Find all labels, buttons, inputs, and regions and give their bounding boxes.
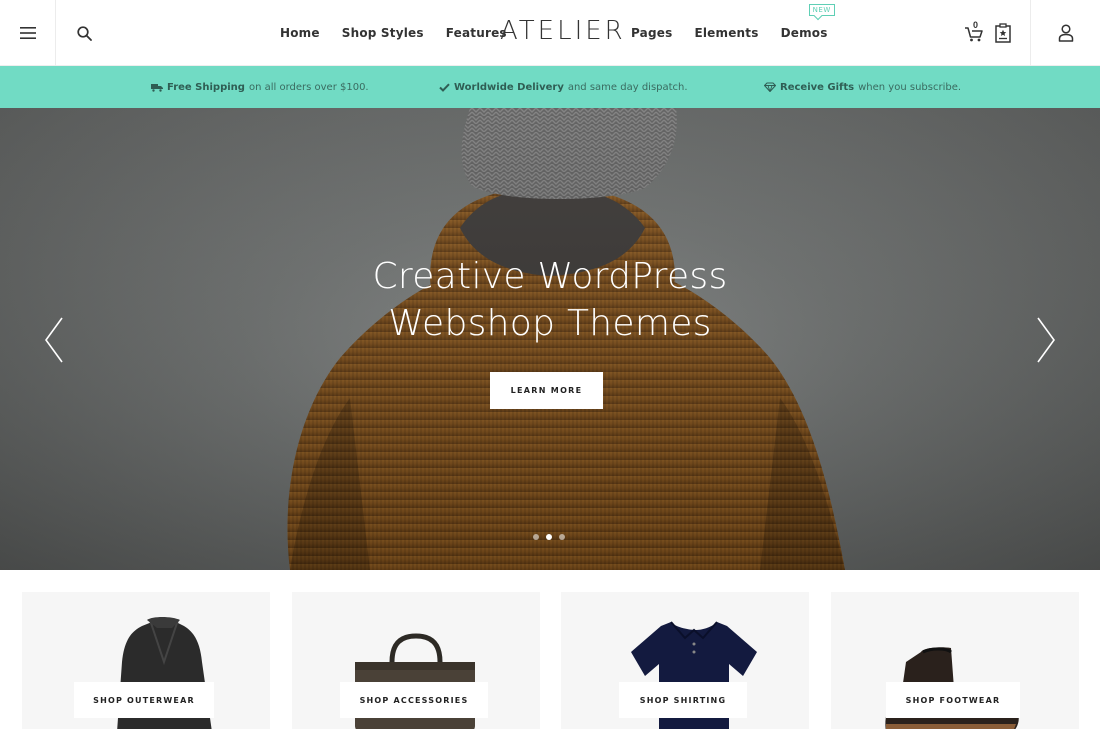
category-card-footwear[interactable]: SHOP FOOTWEAR [831,592,1079,729]
account-button[interactable] [1030,0,1100,66]
promo-bold-text: Free Shipping [167,81,245,93]
promo-bold-text: Receive Gifts [780,81,855,93]
prev-slide-arrow-icon[interactable] [42,316,66,364]
hero-slider: Creative WordPress Webshop Themes LEARN … [0,108,1100,570]
category-card-shirting[interactable]: SHOP SHIRTING [561,592,809,729]
search-icon [76,25,92,41]
search-button[interactable] [56,0,112,66]
slide-dot-3[interactable] [559,534,565,540]
nav-home[interactable]: Home [280,26,320,40]
user-icon [1058,24,1073,42]
category-card-accessories[interactable]: SHOP ACCESSORIES [292,592,540,729]
category-grid: SHOP OUTERWEAR SHOP ACCESSORIES SHOP SHI… [0,570,1100,729]
truck-icon [151,83,163,92]
promo-bold-text: Worldwide Delivery [454,81,564,93]
next-slide-arrow-icon[interactable] [1034,316,1058,364]
promo-text: when you subscribe. [858,81,962,93]
slide-dot-2[interactable] [546,534,552,540]
nav-pages[interactable]: Pages [631,26,672,40]
hero-title: Creative WordPress Webshop Themes [300,253,800,347]
primary-nav-right: Pages Elements Demos NEW [631,0,835,66]
cart-button[interactable]: 0 [964,20,984,43]
promo-text: and same day dispatch. [567,81,688,93]
slider-pagination [533,534,565,540]
primary-nav-left: Home Shop Styles Features [280,0,507,66]
wishlist-icon[interactable] [994,23,1012,43]
nav-features[interactable]: Features [446,26,507,40]
site-header: Home Shop Styles Features ATELIER Pages … [0,0,1100,66]
promo-bar: Free Shipping on all orders over $100. W… [0,66,1100,108]
category-label: SHOP FOOTWEAR [886,682,1020,718]
hero-title-line-2: Webshop Themes [388,303,712,344]
hamburger-icon [19,27,36,39]
check-icon [439,83,450,92]
slide-dot-1[interactable] [533,534,539,540]
nav-demos-label: Demos [780,26,828,40]
cart-count: 0 [973,20,979,30]
nav-shop-styles[interactable]: Shop Styles [342,26,424,40]
new-badge: NEW [808,4,835,16]
menu-button[interactable] [0,0,56,66]
nav-demos[interactable]: Demos NEW [780,4,835,40]
promo-text: on all orders over $100. [248,81,369,93]
learn-more-button[interactable]: LEARN MORE [490,372,603,409]
promo-receive-gifts: Receive Gifts when you subscribe. [764,66,961,108]
diamond-icon [764,82,776,92]
category-label: SHOP ACCESSORIES [340,682,488,718]
promo-worldwide-delivery: Worldwide Delivery and same day dispatch… [439,66,688,108]
category-label: SHOP SHIRTING [619,682,747,718]
category-label: SHOP OUTERWEAR [74,682,214,718]
nav-elements[interactable]: Elements [694,26,758,40]
header-actions: 0 [964,0,1012,66]
promo-free-shipping: Free Shipping on all orders over $100. [151,66,369,108]
hero-title-line-1: Creative WordPress [372,256,728,297]
site-logo[interactable]: ATELIER [500,16,623,46]
category-card-outerwear[interactable]: SHOP OUTERWEAR [22,592,270,729]
